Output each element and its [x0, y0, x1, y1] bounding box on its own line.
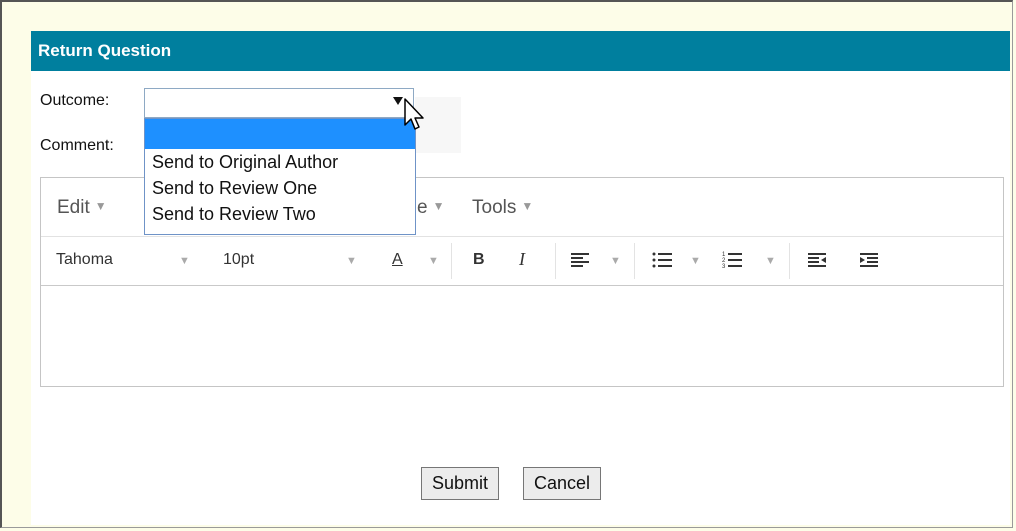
comment-label: Comment: [40, 137, 114, 154]
outcome-dropdown-list: Send to Original Author Send to Review O… [144, 118, 416, 235]
chevron-down-icon: ▼ [521, 199, 534, 213]
text-color-icon[interactable]: A [392, 251, 403, 269]
svg-text:3: 3 [722, 264, 726, 270]
cancel-button[interactable]: Cancel [523, 467, 602, 500]
editor-content-area[interactable] [41, 286, 1003, 386]
numbered-list-icon[interactable]: 123 [722, 250, 742, 275]
outcome-option-review-one[interactable]: Send to Review One [145, 175, 415, 201]
outcome-select[interactable] [144, 88, 414, 118]
outcome-option-blank[interactable] [145, 119, 415, 149]
editor-toolbar: Tahoma ▼ 10pt ▼ A ▼ B I ▼ ▼ 123 ▼ [41, 237, 1003, 286]
toolbar-divider [555, 243, 556, 279]
submit-button[interactable]: Submit [421, 467, 500, 500]
outcome-option-review-two[interactable]: Send to Review Two [145, 201, 415, 227]
indent-icon[interactable] [860, 252, 878, 273]
toolbar-divider [789, 243, 790, 279]
chevron-down-icon[interactable]: ▼ [765, 255, 776, 267]
font-family-select[interactable]: Tahoma [56, 251, 113, 269]
mouse-pointer-icon [404, 98, 428, 139]
bold-button[interactable]: B [473, 251, 485, 269]
bullet-list-icon[interactable] [652, 252, 672, 273]
font-size-select[interactable]: 10pt [223, 251, 254, 269]
dropdown-arrow-icon[interactable] [393, 97, 403, 105]
menu-edit[interactable]: Edit ▼ [57, 197, 107, 219]
panel-title: Return Question [38, 41, 172, 60]
panel-header: Return Question [31, 31, 1010, 71]
chevron-down-icon[interactable]: ▼ [346, 255, 357, 267]
align-left-icon[interactable] [571, 252, 589, 273]
outcome-label: Outcome: [40, 92, 110, 109]
menu-tools[interactable]: Tools ▼ [472, 197, 533, 219]
chevron-down-icon[interactable]: ▼ [690, 255, 701, 267]
chevron-down-icon[interactable]: ▼ [428, 255, 439, 267]
chevron-down-icon: ▼ [432, 199, 445, 213]
toolbar-divider [451, 243, 452, 279]
toolbar-divider [634, 243, 635, 279]
menu-partial[interactable]: e ▼ [417, 197, 444, 219]
chevron-down-icon[interactable]: ▼ [610, 255, 621, 267]
chevron-down-icon: ▼ [94, 199, 107, 213]
outcome-option-original-author[interactable]: Send to Original Author [145, 149, 415, 175]
return-question-panel: Return Question Outcome: Comment: Send t… [31, 31, 1010, 525]
italic-button[interactable]: I [519, 249, 525, 270]
chevron-down-icon[interactable]: ▼ [179, 255, 190, 267]
outdent-icon[interactable] [808, 252, 826, 273]
